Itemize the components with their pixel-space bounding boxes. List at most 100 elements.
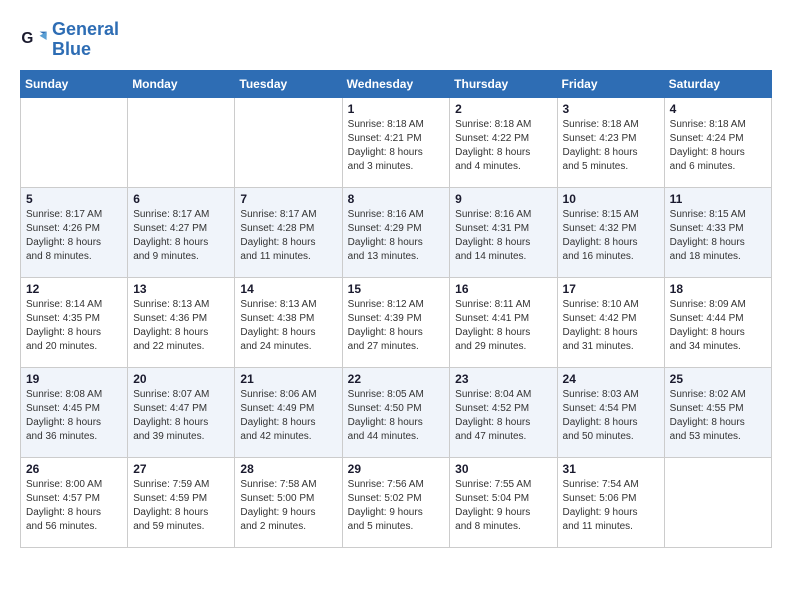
calendar-cell: 19 Sunrise: 8:08 AM Sunset: 4:45 PM Dayli… xyxy=(21,367,128,457)
day-number: 17 xyxy=(563,282,659,296)
calendar-week-row: 1Sunrise: 8:18 AM Sunset: 4:21 PM Daylig… xyxy=(21,97,772,187)
day-info: Sunrise: 8:12 AM Sunset: 4:39 PM Dayligh… xyxy=(348,298,445,354)
day-number: 10 xyxy=(563,192,659,206)
weekday-header-saturday: Saturday xyxy=(664,70,771,97)
weekday-header-row: SundayMondayTuesdayWednesdayThursdayFrid… xyxy=(21,70,772,97)
calendar-cell: 2 Sunrise: 8:18 AM Sunset: 4:22 PM Daylig… xyxy=(450,97,557,187)
calendar-cell: 3Sunrise: 8:18 AM Sunset: 4:23 PM Daylig… xyxy=(557,97,664,187)
day-info: Sunrise: 8:04 AM Sunset: 4:52 PM Dayligh… xyxy=(455,388,551,444)
calendar-week-row: 26 Sunrise: 8:00 AM Sunset: 4:57 PM Dayli… xyxy=(21,457,772,547)
calendar-week-row: 5 Sunrise: 8:17 AM Sunset: 4:26 PM Daylig… xyxy=(21,187,772,277)
day-number: 4 xyxy=(670,102,766,116)
day-number: 11 xyxy=(670,192,766,206)
calendar-cell xyxy=(235,97,342,187)
day-info: Sunrise: 7:58 AM Sunset: 5:00 PM Dayligh… xyxy=(240,478,336,534)
day-info: Sunrise: 8:17 AM Sunset: 4:26 PM Dayligh… xyxy=(26,208,122,264)
day-number: 30 xyxy=(455,462,551,476)
day-info: Sunrise: 8:18 AM Sunset: 4:24 PM Dayligh… xyxy=(670,118,766,174)
calendar-cell: 5 Sunrise: 8:17 AM Sunset: 4:26 PM Daylig… xyxy=(21,187,128,277)
day-number: 2 xyxy=(455,102,551,116)
calendar-cell: 12Sunrise: 8:14 AM Sunset: 4:35 PM Dayli… xyxy=(21,277,128,367)
day-number: 15 xyxy=(348,282,445,296)
calendar-cell: 6Sunrise: 8:17 AM Sunset: 4:27 PM Daylig… xyxy=(128,187,235,277)
day-number: 7 xyxy=(240,192,336,206)
day-number: 1 xyxy=(348,102,445,116)
day-number: 16 xyxy=(455,282,551,296)
day-info: Sunrise: 7:56 AM Sunset: 5:02 PM Dayligh… xyxy=(348,478,445,534)
day-info: Sunrise: 8:09 AM Sunset: 4:44 PM Dayligh… xyxy=(670,298,766,354)
calendar-cell: 29 Sunrise: 7:56 AM Sunset: 5:02 PM Dayli… xyxy=(342,457,450,547)
day-info: Sunrise: 8:17 AM Sunset: 4:28 PM Dayligh… xyxy=(240,208,336,264)
logo-icon: G xyxy=(20,26,48,54)
day-info: Sunrise: 7:59 AM Sunset: 4:59 PM Dayligh… xyxy=(133,478,229,534)
calendar-cell: 10 Sunrise: 8:15 AM Sunset: 4:32 PM Dayli… xyxy=(557,187,664,277)
calendar-cell: 9 Sunrise: 8:16 AM Sunset: 4:31 PM Daylig… xyxy=(450,187,557,277)
calendar-cell: 20Sunrise: 8:07 AM Sunset: 4:47 PM Dayli… xyxy=(128,367,235,457)
calendar-cell: 25 Sunrise: 8:02 AM Sunset: 4:55 PM Dayli… xyxy=(664,367,771,457)
calendar-table: SundayMondayTuesdayWednesdayThursdayFrid… xyxy=(20,70,772,548)
day-info: Sunrise: 8:16 AM Sunset: 4:29 PM Dayligh… xyxy=(348,208,445,264)
calendar-week-row: 12Sunrise: 8:14 AM Sunset: 4:35 PM Dayli… xyxy=(21,277,772,367)
calendar-cell: 30 Sunrise: 7:55 AM Sunset: 5:04 PM Dayli… xyxy=(450,457,557,547)
day-number: 24 xyxy=(563,372,659,386)
day-info: Sunrise: 8:16 AM Sunset: 4:31 PM Dayligh… xyxy=(455,208,551,264)
weekday-header-thursday: Thursday xyxy=(450,70,557,97)
weekday-header-friday: Friday xyxy=(557,70,664,97)
calendar-cell: 11 Sunrise: 8:15 AM Sunset: 4:33 PM Dayli… xyxy=(664,187,771,277)
day-info: Sunrise: 8:18 AM Sunset: 4:23 PM Dayligh… xyxy=(563,118,659,174)
calendar-cell: 21Sunrise: 8:06 AM Sunset: 4:49 PM Dayli… xyxy=(235,367,342,457)
day-number: 19 xyxy=(26,372,122,386)
weekday-header-monday: Monday xyxy=(128,70,235,97)
day-number: 12 xyxy=(26,282,122,296)
calendar-cell: 1Sunrise: 8:18 AM Sunset: 4:21 PM Daylig… xyxy=(342,97,450,187)
calendar-cell: 13Sunrise: 8:13 AM Sunset: 4:36 PM Dayli… xyxy=(128,277,235,367)
day-number: 18 xyxy=(670,282,766,296)
calendar-week-row: 19 Sunrise: 8:08 AM Sunset: 4:45 PM Dayli… xyxy=(21,367,772,457)
day-info: Sunrise: 8:17 AM Sunset: 4:27 PM Dayligh… xyxy=(133,208,229,264)
calendar-cell: 4 Sunrise: 8:18 AM Sunset: 4:24 PM Daylig… xyxy=(664,97,771,187)
weekday-header-sunday: Sunday xyxy=(21,70,128,97)
day-info: Sunrise: 8:15 AM Sunset: 4:33 PM Dayligh… xyxy=(670,208,766,264)
logo-text: General Blue xyxy=(52,20,119,60)
calendar-cell: 28 Sunrise: 7:58 AM Sunset: 5:00 PM Dayli… xyxy=(235,457,342,547)
day-number: 8 xyxy=(348,192,445,206)
day-info: Sunrise: 8:00 AM Sunset: 4:57 PM Dayligh… xyxy=(26,478,122,534)
day-number: 31 xyxy=(563,462,659,476)
calendar-cell: 24 Sunrise: 8:03 AM Sunset: 4:54 PM Dayli… xyxy=(557,367,664,457)
day-number: 27 xyxy=(133,462,229,476)
calendar-cell: 7 Sunrise: 8:17 AM Sunset: 4:28 PM Daylig… xyxy=(235,187,342,277)
day-number: 23 xyxy=(455,372,551,386)
day-number: 28 xyxy=(240,462,336,476)
calendar-cell: 18 Sunrise: 8:09 AM Sunset: 4:44 PM Dayli… xyxy=(664,277,771,367)
day-info: Sunrise: 8:13 AM Sunset: 4:36 PM Dayligh… xyxy=(133,298,229,354)
calendar-cell: 17 Sunrise: 8:10 AM Sunset: 4:42 PM Dayli… xyxy=(557,277,664,367)
day-number: 5 xyxy=(26,192,122,206)
day-info: Sunrise: 8:07 AM Sunset: 4:47 PM Dayligh… xyxy=(133,388,229,444)
day-info: Sunrise: 8:08 AM Sunset: 4:45 PM Dayligh… xyxy=(26,388,122,444)
calendar-cell xyxy=(664,457,771,547)
day-number: 29 xyxy=(348,462,445,476)
calendar-cell xyxy=(128,97,235,187)
day-info: Sunrise: 7:55 AM Sunset: 5:04 PM Dayligh… xyxy=(455,478,551,534)
weekday-header-wednesday: Wednesday xyxy=(342,70,450,97)
calendar-cell: 27 Sunrise: 7:59 AM Sunset: 4:59 PM Dayli… xyxy=(128,457,235,547)
day-info: Sunrise: 8:15 AM Sunset: 4:32 PM Dayligh… xyxy=(563,208,659,264)
weekday-header-tuesday: Tuesday xyxy=(235,70,342,97)
page-header: G General Blue xyxy=(20,20,772,60)
day-number: 9 xyxy=(455,192,551,206)
calendar-cell: 14 Sunrise: 8:13 AM Sunset: 4:38 PM Dayli… xyxy=(235,277,342,367)
day-number: 25 xyxy=(670,372,766,386)
day-number: 26 xyxy=(26,462,122,476)
calendar-cell: 31Sunrise: 7:54 AM Sunset: 5:06 PM Dayli… xyxy=(557,457,664,547)
day-info: Sunrise: 8:03 AM Sunset: 4:54 PM Dayligh… xyxy=(563,388,659,444)
calendar-cell: 22Sunrise: 8:05 AM Sunset: 4:50 PM Dayli… xyxy=(342,367,450,457)
day-info: Sunrise: 8:18 AM Sunset: 4:22 PM Dayligh… xyxy=(455,118,551,174)
calendar-cell xyxy=(21,97,128,187)
day-number: 14 xyxy=(240,282,336,296)
day-info: Sunrise: 8:06 AM Sunset: 4:49 PM Dayligh… xyxy=(240,388,336,444)
day-info: Sunrise: 8:13 AM Sunset: 4:38 PM Dayligh… xyxy=(240,298,336,354)
logo: G General Blue xyxy=(20,20,119,60)
svg-text:G: G xyxy=(21,30,33,47)
day-info: Sunrise: 8:10 AM Sunset: 4:42 PM Dayligh… xyxy=(563,298,659,354)
day-info: Sunrise: 8:02 AM Sunset: 4:55 PM Dayligh… xyxy=(670,388,766,444)
